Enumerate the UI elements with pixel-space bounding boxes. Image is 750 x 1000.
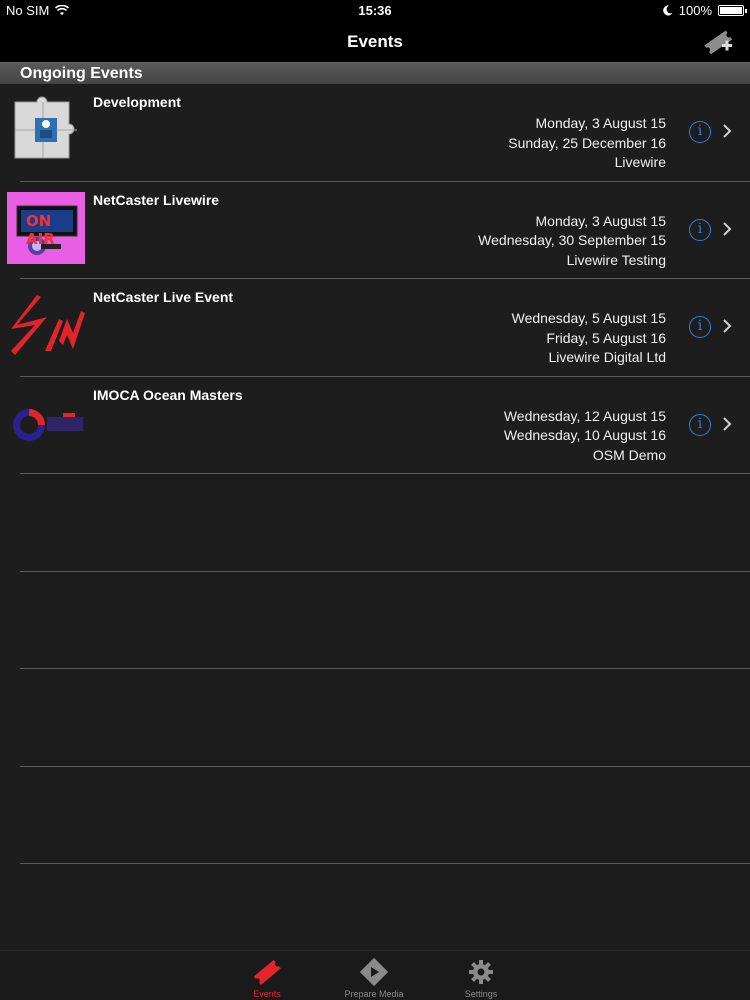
status-bar: No SIM 15:36 100% xyxy=(0,0,750,22)
battery-icon xyxy=(718,5,747,16)
row-separator xyxy=(20,863,750,864)
event-organization: Livewire Digital Ltd xyxy=(548,349,667,365)
event-details: Monday, 3 August 15 Wednesday, 30 Septem… xyxy=(478,212,666,271)
event-start-date: Monday, 3 August 15 xyxy=(535,212,667,229)
info-button[interactable]: i xyxy=(689,316,711,338)
event-row[interactable]: Development Monday, 3 August 15 Sunday, … xyxy=(0,84,750,182)
status-right: 100% xyxy=(662,3,747,18)
info-button[interactable]: i xyxy=(689,218,711,241)
on-air-label: ON AIR xyxy=(26,211,55,248)
tab-events[interactable]: Events xyxy=(222,951,312,1000)
empty-row xyxy=(0,572,750,669)
event-end-date: Friday, 5 August 16 xyxy=(546,329,666,346)
ticket-icon xyxy=(253,959,281,985)
section-header: Ongoing Events xyxy=(0,62,750,84)
tab-label: Events xyxy=(253,989,281,999)
event-row[interactable]: ON AIR NetCaster Livewire Monday, 3 Augu… xyxy=(0,182,750,279)
puzzle-thumbnail xyxy=(7,94,85,166)
empty-row xyxy=(0,669,750,767)
tab-label: Prepare Media xyxy=(344,989,404,999)
event-start-date: Wednesday, 5 August 15 xyxy=(511,310,666,326)
event-end-date: Wednesday, 10 August 16 xyxy=(503,427,666,443)
page-title: Events xyxy=(347,32,403,51)
tab-bar: Events Prepare Media Settings xyxy=(0,950,750,1000)
event-details: Wednesday, 12 August 15 Wednesday, 10 Au… xyxy=(504,407,666,466)
chevron-right-icon xyxy=(723,319,732,333)
event-organization: Livewire xyxy=(614,154,666,170)
info-button[interactable]: i xyxy=(689,413,711,436)
event-start-date: Monday, 3 August 15 xyxy=(535,115,667,131)
event-details: Wednesday, 5 August 15 Friday, 5 August … xyxy=(512,309,666,368)
add-event-button[interactable] xyxy=(702,26,734,58)
tab-label: Settings xyxy=(464,989,498,999)
events-list: Development Monday, 3 August 15 Sunday, … xyxy=(0,84,750,950)
livewire-logo-thumbnail xyxy=(11,295,85,355)
ocean-masters-logo-thumbnail xyxy=(13,408,83,441)
info-button[interactable]: i xyxy=(689,121,711,143)
tab-prepare-media[interactable]: Prepare Media xyxy=(329,951,419,1000)
event-end-date: Wednesday, 30 September 15 xyxy=(478,232,666,248)
event-organization: OSM Demo xyxy=(592,446,666,463)
clock: 15:36 xyxy=(358,3,392,18)
empty-row xyxy=(0,474,750,572)
chevron-right-icon xyxy=(723,124,732,138)
event-end-date: Sunday, 25 December 16 xyxy=(508,134,666,151)
empty-row xyxy=(0,767,750,864)
event-details: Monday, 3 August 15 Sunday, 25 December … xyxy=(508,114,666,173)
moon-icon xyxy=(662,5,673,16)
chevron-right-icon xyxy=(723,416,732,431)
media-icon xyxy=(359,957,389,987)
event-title: NetCaster Livewire xyxy=(93,191,220,208)
on-air-thumbnail: ON AIR xyxy=(7,191,85,264)
section-header-label: Ongoing Events xyxy=(20,65,143,82)
event-start-date: Wednesday, 12 August 15 xyxy=(503,407,666,424)
battery-fill xyxy=(720,7,742,14)
event-organization: Livewire Testing xyxy=(566,251,666,268)
battery-percent: 100% xyxy=(678,3,712,18)
event-row[interactable]: NetCaster Live Event Wednesday, 5 August… xyxy=(0,279,750,377)
event-row[interactable]: IMOCA Ocean Masters Wednesday, 12 August… xyxy=(0,377,750,474)
event-title: IMOCA Ocean Masters xyxy=(93,386,243,403)
nav-bar: Events xyxy=(0,22,750,62)
gear-icon xyxy=(469,960,493,984)
event-title: Development xyxy=(93,94,181,110)
tab-settings[interactable]: Settings xyxy=(436,951,526,1000)
chevron-right-icon xyxy=(723,221,732,236)
event-title: NetCaster Live Event xyxy=(93,289,234,305)
